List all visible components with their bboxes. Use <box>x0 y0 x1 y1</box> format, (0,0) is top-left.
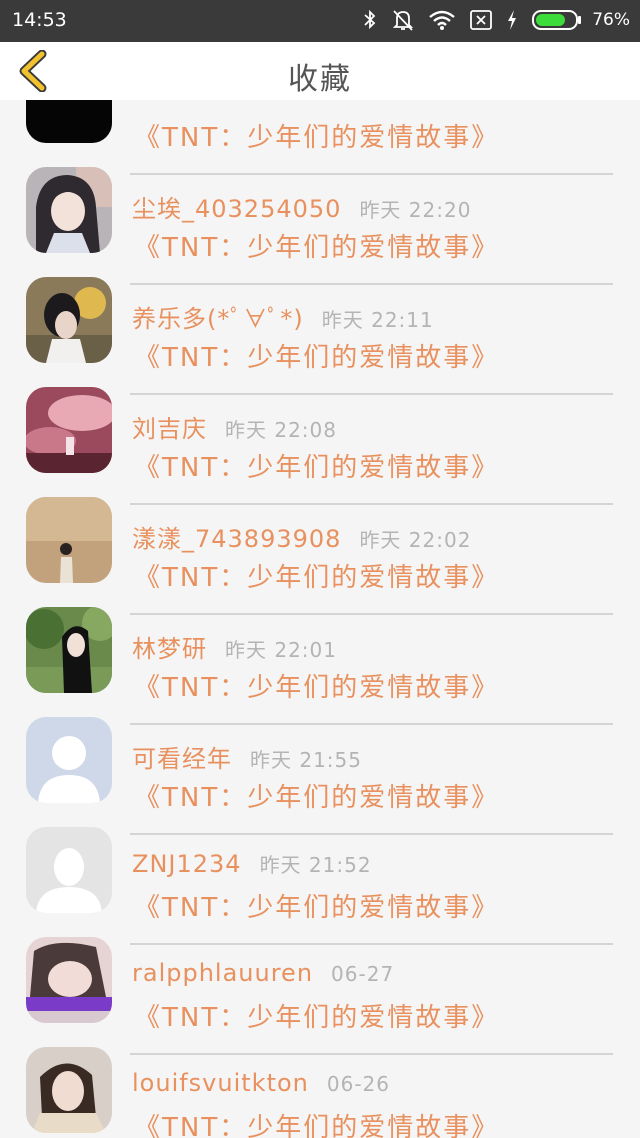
pink-photo-avatar <box>26 387 112 473</box>
list-item[interactable]: 可看经年 昨天 21:55 《TNT：少年们的爱情故事》 <box>0 693 640 835</box>
timestamp: 昨天 22:01 <box>225 638 337 662</box>
avatar[interactable] <box>26 827 112 913</box>
photo-avatar <box>26 277 112 363</box>
title-bar: 收藏 <box>0 42 640 100</box>
story-title[interactable]: 《TNT：少年们的爱情故事》 <box>134 1107 499 1138</box>
no-sim-icon <box>470 10 493 30</box>
timestamp: 昨天 22:02 <box>359 528 472 552</box>
battery-icon <box>532 9 582 31</box>
timestamp: 昨天 22:11 <box>321 308 434 332</box>
username[interactable]: 尘埃_403254050 <box>132 189 341 224</box>
username[interactable]: 养乐多(*ﾟ∀ﾟ*) <box>132 299 304 334</box>
list-item[interactable]: ralpphlauuren 06-27 《TNT：少年们的爱情故事》 <box>0 913 640 1055</box>
bluetooth-icon <box>362 8 378 32</box>
timestamp: 昨天 21:55 <box>250 748 362 772</box>
username[interactable]: ralpphlauuren <box>132 959 313 987</box>
list-item[interactable]: 林梦研 昨天 22:01 《TNT：少年们的爱情故事》 <box>0 583 640 725</box>
avatar[interactable] <box>26 607 112 693</box>
avatar[interactable] <box>26 1047 112 1133</box>
timestamp: 06-26 <box>326 1072 391 1096</box>
photo-avatar <box>26 607 112 693</box>
avatar[interactable] <box>26 937 112 1023</box>
avatar[interactable] <box>26 497 112 583</box>
list-item[interactable]: 尘埃_403254050 昨天 22:20 《TNT：少年们的爱情故事》 <box>0 143 640 285</box>
timestamp: 昨天 21:52 <box>259 853 372 877</box>
timestamp: 06-27 <box>331 962 395 986</box>
status-time: 14:53 <box>12 9 67 31</box>
charging-icon <box>506 9 518 31</box>
avatar[interactable] <box>26 277 112 363</box>
default-blue-avatar <box>26 717 112 803</box>
photo-avatar <box>26 1047 112 1133</box>
page-title: 收藏 <box>288 62 352 97</box>
battery-percent: 76% <box>592 10 630 30</box>
favorites-list[interactable]: 《TNT：少年们的爱情故事》 尘埃_403254050 昨天 22:20 《TN… <box>0 100 640 1138</box>
list-item[interactable]: 漾漾_743893908 昨天 22:02 《TNT：少年们的爱情故事》 <box>0 473 640 615</box>
status-bar: 14:53 76% <box>0 0 640 42</box>
timestamp: 昨天 22:08 <box>225 418 337 442</box>
username[interactable]: 林梦研 <box>132 629 207 664</box>
list-item[interactable]: 养乐多(*ﾟ∀ﾟ*) 昨天 22:11 《TNT：少年们的爱情故事》 <box>0 253 640 395</box>
wifi-icon <box>428 9 456 31</box>
avatar[interactable] <box>26 717 112 803</box>
username[interactable]: louifsvuitkton <box>132 1069 309 1097</box>
mute-notification-icon <box>392 8 414 32</box>
username[interactable]: 可看经年 <box>132 739 232 774</box>
username[interactable]: 刘吉庆 <box>132 409 207 444</box>
anime-girl-avatar <box>26 167 112 253</box>
photo-avatar <box>26 497 112 583</box>
black-avatar <box>26 100 112 143</box>
username[interactable]: 漾漾_743893908 <box>132 519 341 554</box>
list-item[interactable]: 刘吉庆 昨天 22:08 《TNT：少年们的爱情故事》 <box>0 363 640 505</box>
photo-avatar <box>26 937 112 1023</box>
list-item[interactable]: louifsvuitkton 06-26 《TNT：少年们的爱情故事》 <box>0 1023 640 1138</box>
avatar[interactable] <box>26 100 112 143</box>
list-item[interactable]: ZNJ1234 昨天 21:52 《TNT：少年们的爱情故事》 <box>0 803 640 945</box>
timestamp: 昨天 22:20 <box>359 198 472 222</box>
username[interactable]: ZNJ1234 <box>132 850 242 878</box>
avatar[interactable] <box>26 167 112 253</box>
list-item[interactable]: 《TNT：少年们的爱情故事》 <box>0 100 640 175</box>
avatar[interactable] <box>26 387 112 473</box>
default-grey-avatar <box>26 827 112 913</box>
